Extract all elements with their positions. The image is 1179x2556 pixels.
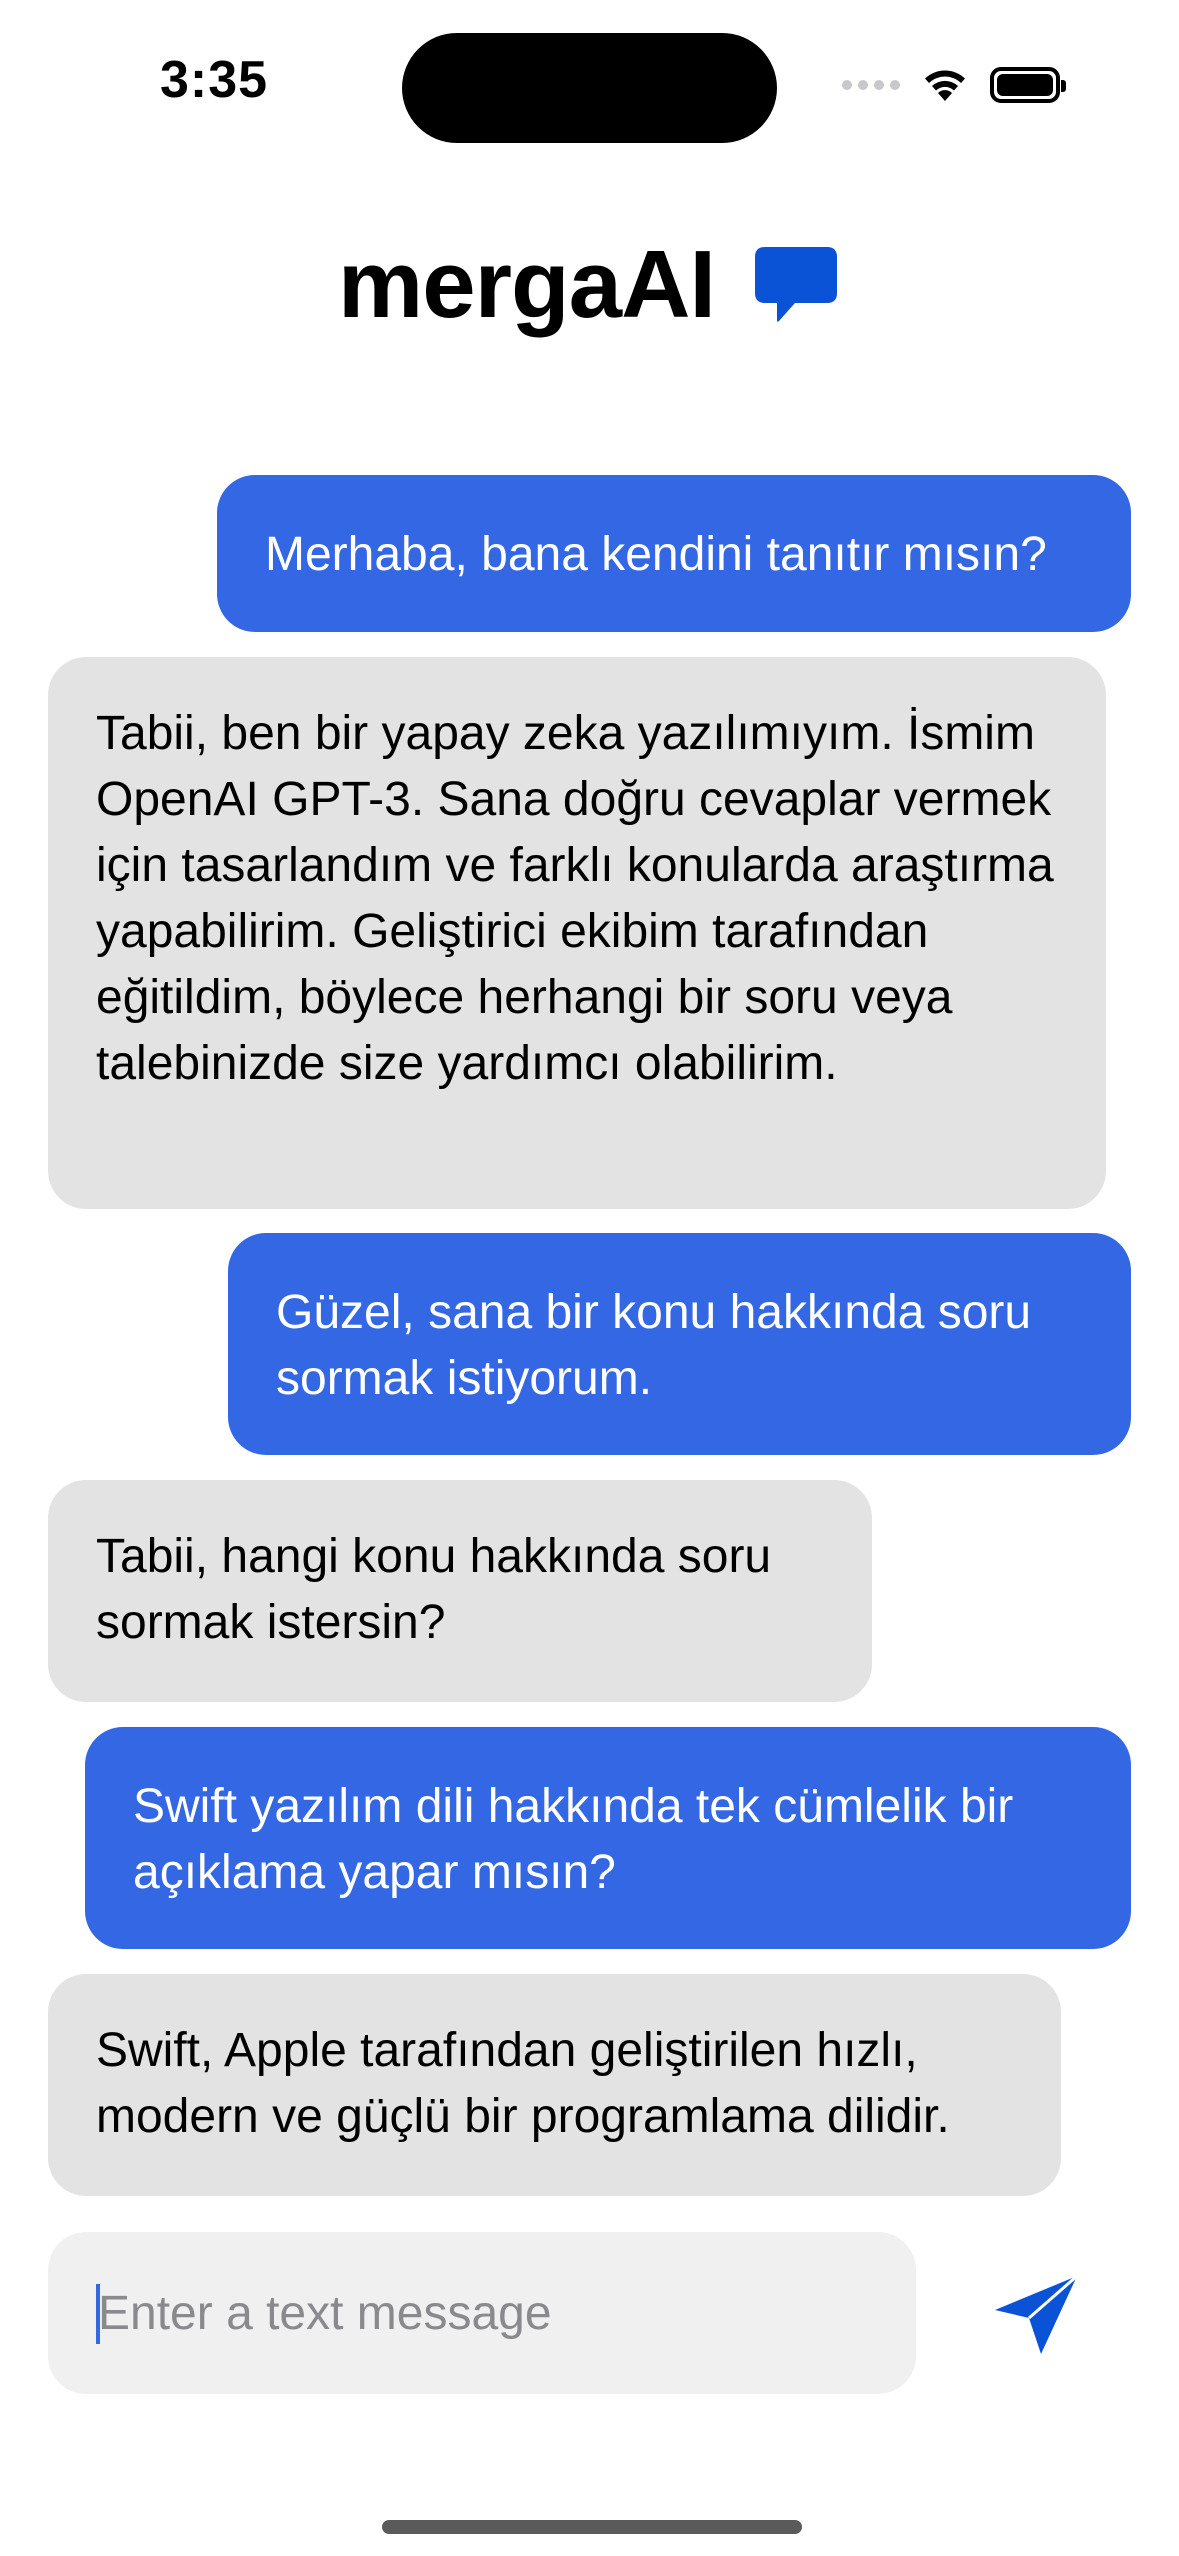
assistant-message: Swift, Apple tarafından geliştirilen hız… — [48, 1974, 1061, 2196]
user-message: Swift yazılım dili hakkında tek cümlelik… — [85, 1727, 1131, 1949]
home-indicator[interactable] — [382, 2520, 802, 2534]
assistant-message: Tabii, hangi konu hakkında soru sormak i… — [48, 1480, 872, 1702]
app-header: mergaAI — [0, 230, 1179, 340]
send-button[interactable] — [985, 2265, 1085, 2365]
text-cursor — [96, 2284, 100, 2344]
status-time: 3:35 — [160, 51, 269, 109]
app-title: mergaAI — [337, 231, 716, 338]
dynamic-island — [402, 33, 777, 143]
message-input-container[interactable] — [48, 2232, 916, 2394]
wifi-icon — [925, 70, 965, 101]
battery-icon — [990, 67, 1066, 103]
chat-bubble-icon — [755, 247, 838, 322]
status-icons — [842, 60, 1066, 110]
paper-plane-icon — [995, 2274, 1078, 2354]
user-message: Güzel, sana bir konu hakkında soru sorma… — [228, 1233, 1131, 1455]
assistant-message: Tabii, ben bir yapay zeka yazılımıyım. İ… — [48, 657, 1106, 1209]
cellular-signal-icon — [842, 80, 900, 90]
message-input[interactable] — [96, 2284, 868, 2342]
user-message: Merhaba, bana kendini tanıtır mısın? — [217, 475, 1131, 632]
